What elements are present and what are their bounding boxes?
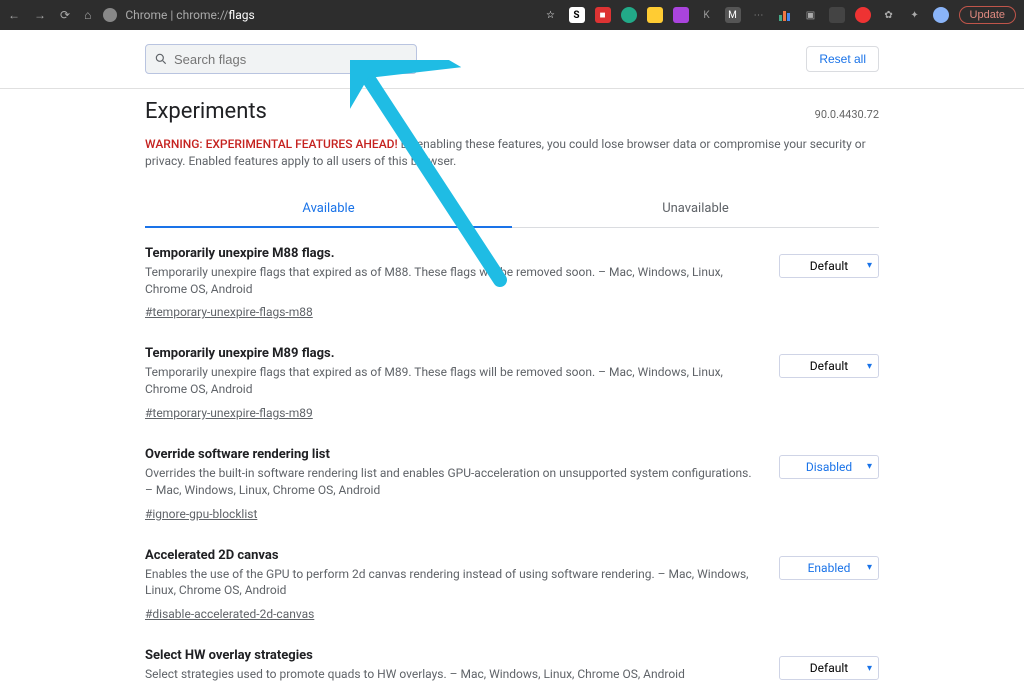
flag-description: Overrides the built-in software renderin… (145, 465, 759, 499)
page-content: Reset all Experiments 90.0.4430.72 WARNI… (0, 30, 1024, 695)
flag-info: Select HW overlay strategies Select strat… (145, 648, 759, 687)
nav-controls: ← → ⟳ ⌂ (8, 8, 91, 22)
back-icon[interactable]: ← (8, 8, 20, 22)
main-content: Experiments 90.0.4430.72 WARNING: EXPERI… (145, 89, 879, 695)
search-input[interactable] (174, 52, 408, 67)
flag-row: Override software rendering list Override… (145, 429, 879, 530)
ext-m-icon[interactable]: M (725, 7, 741, 23)
ext-dark-icon[interactable] (829, 7, 845, 23)
flag-select[interactable]: Default (779, 656, 879, 680)
warning-prefix: WARNING: EXPERIMENTAL FEATURES AHEAD! (145, 137, 398, 151)
flag-title: Temporarily unexpire M89 flags. (145, 346, 759, 361)
forward-icon[interactable]: → (34, 8, 46, 22)
reload-icon[interactable]: ⟳ (60, 8, 70, 22)
ext-yellow-icon[interactable] (647, 7, 663, 23)
tab-available[interactable]: Available (145, 191, 512, 228)
extensions-icon[interactable]: ✦ (907, 7, 923, 23)
flag-control: Enabled (779, 548, 879, 623)
search-box[interactable] (145, 44, 417, 74)
flag-title: Accelerated 2D canvas (145, 548, 759, 563)
flag-anchor[interactable]: #temporary-unexpire-flags-m89 (145, 406, 313, 420)
address-prefix: Chrome | (125, 8, 176, 22)
ext-green-icon[interactable] (621, 7, 637, 23)
ext-square-icon[interactable]: ▣ (803, 7, 819, 23)
warning-text: WARNING: EXPERIMENTAL FEATURES AHEAD! By… (145, 136, 879, 171)
tabs: Available Unavailable (145, 191, 879, 228)
page-title: Experiments (145, 99, 267, 124)
version-text: 90.0.4430.72 (815, 108, 879, 121)
address-host: chrome:// (176, 8, 228, 22)
flag-anchor[interactable]: #ignore-gpu-blocklist (145, 507, 257, 521)
flag-control: Default (779, 246, 879, 321)
top-bar: Reset all (145, 30, 879, 88)
ext-bars-icon[interactable] (777, 7, 793, 23)
flag-title: Temporarily unexpire M88 flags. (145, 246, 759, 261)
flag-row: Accelerated 2D canvas Enables the use of … (145, 530, 879, 631)
address-bar[interactable]: Chrome | chrome://flags (103, 8, 254, 22)
ext-red-icon[interactable]: ■ (595, 7, 611, 23)
ext-s-icon[interactable]: S (569, 7, 585, 23)
flag-select[interactable]: Default (779, 254, 879, 278)
ext-dots-icon[interactable]: ⋯ (751, 7, 767, 23)
profile-avatar[interactable] (933, 7, 949, 23)
flag-control: Default (779, 346, 879, 421)
flag-select[interactable]: Disabled (779, 455, 879, 479)
home-icon[interactable]: ⌂ (84, 8, 91, 22)
address-text: Chrome | chrome://flags (125, 8, 254, 22)
flag-anchor[interactable]: #temporary-unexpire-flags-m88 (145, 305, 313, 319)
ext-red2-icon[interactable] (855, 7, 871, 23)
flag-info: Temporarily unexpire M88 flags. Temporari… (145, 246, 759, 321)
flag-row: Temporarily unexpire M89 flags. Temporari… (145, 328, 879, 429)
flag-title: Select HW overlay strategies (145, 648, 759, 663)
search-icon (154, 52, 168, 66)
flag-description: Temporarily unexpire flags that expired … (145, 264, 759, 298)
flag-select[interactable]: Default (779, 354, 879, 378)
flag-anchor[interactable]: #disable-accelerated-2d-canvas (145, 607, 314, 621)
ext-k-icon[interactable]: K (699, 7, 715, 23)
heading-row: Experiments 90.0.4430.72 (145, 99, 879, 124)
reset-all-button[interactable]: Reset all (806, 46, 879, 72)
flag-info: Temporarily unexpire M89 flags. Temporari… (145, 346, 759, 421)
flag-info: Accelerated 2D canvas Enables the use of … (145, 548, 759, 623)
ext-purple-icon[interactable] (673, 7, 689, 23)
update-button[interactable]: Update (959, 6, 1016, 24)
flag-description: Select strategies used to promote quads … (145, 666, 759, 683)
flag-select[interactable]: Enabled (779, 556, 879, 580)
extension-icons: ☆ S ■ K M ⋯ ▣ ✿ ✦ Update (543, 6, 1016, 24)
flag-row: Temporarily unexpire M88 flags. Temporari… (145, 228, 879, 329)
tab-unavailable[interactable]: Unavailable (512, 191, 879, 227)
flag-description: Enables the use of the GPU to perform 2d… (145, 566, 759, 600)
flag-info: Override software rendering list Override… (145, 447, 759, 522)
chrome-icon (103, 8, 117, 22)
star-icon[interactable]: ☆ (543, 7, 559, 23)
flag-description: Temporarily unexpire flags that expired … (145, 364, 759, 398)
flag-control: Default (779, 648, 879, 687)
ext-gear-icon[interactable]: ✿ (881, 7, 897, 23)
flag-row: Select HW overlay strategies Select strat… (145, 630, 879, 695)
browser-toolbar: ← → ⟳ ⌂ Chrome | chrome://flags ☆ S ■ K … (0, 0, 1024, 30)
flag-title: Override software rendering list (145, 447, 759, 462)
flag-list: Temporarily unexpire M88 flags. Temporari… (145, 228, 879, 695)
flag-control: Disabled (779, 447, 879, 522)
address-page: flags (228, 8, 254, 22)
